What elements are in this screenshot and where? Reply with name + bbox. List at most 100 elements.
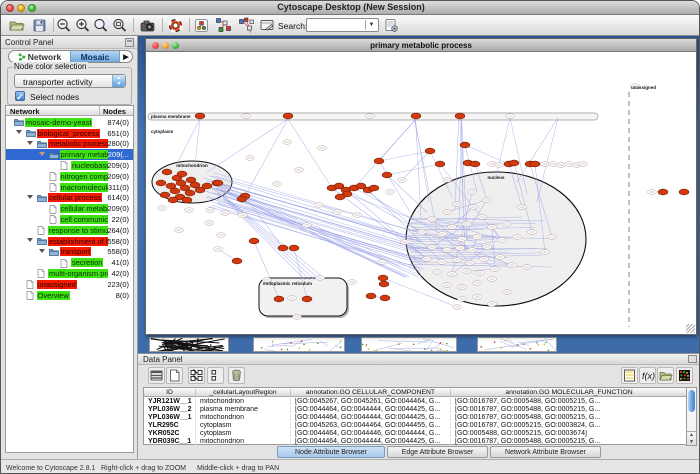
network-node-small[interactable]: [452, 258, 461, 263]
network-node-small[interactable]: [292, 315, 301, 320]
network-node-small[interactable]: [294, 168, 303, 173]
table-row[interactable]: YPL036W__2plasma membrane[GO:0044464, GO…: [144, 405, 686, 413]
network-node-small[interactable]: [302, 223, 311, 228]
network-node-small[interactable]: [352, 213, 361, 218]
expand-arrow-icon[interactable]: [27, 141, 33, 145]
network-node-small[interactable]: [332, 210, 341, 215]
delete-attribute-button[interactable]: [228, 367, 245, 384]
network-node-selected[interactable]: [213, 180, 223, 186]
network-node-small[interactable]: [465, 261, 474, 266]
expand-arrow-icon[interactable]: [16, 130, 22, 134]
network-node-small[interactable]: [452, 305, 461, 310]
network-node-small[interactable]: [472, 281, 481, 286]
network-node-selected[interactable]: [302, 296, 312, 302]
vizmapper-button[interactable]: [193, 17, 210, 34]
tree-row[interactable]: unassigned223(0): [6, 279, 133, 290]
network-node-selected[interactable]: [382, 172, 392, 178]
zoom-selected-button[interactable]: [92, 17, 109, 34]
tree-row[interactable]: response to stimulu264(0): [6, 225, 133, 236]
network-node-selected[interactable]: [177, 171, 187, 177]
tree-row[interactable]: nitrogen compo209(0): [6, 171, 133, 182]
network-node-small[interactable]: [245, 156, 254, 161]
network-node-small[interactable]: [437, 260, 446, 265]
zoom-in-button[interactable]: [74, 17, 91, 34]
network-node-small[interactable]: [282, 140, 291, 145]
tree-row[interactable]: metabolic process280(0): [6, 139, 133, 150]
network-node-selected[interactable]: [425, 148, 435, 154]
network-node-small[interactable]: [482, 198, 491, 203]
network-node-small[interactable]: [647, 190, 656, 195]
table-row[interactable]: YJR121W__1mitochondrion[GO:0045267, GO:0…: [144, 397, 686, 405]
network-node-small[interactable]: [457, 297, 466, 302]
network-node-selected[interactable]: [202, 183, 212, 189]
network-manage-icon-1[interactable]: [215, 17, 232, 34]
network-node-small[interactable]: [442, 283, 451, 288]
network-node-small[interactable]: [556, 163, 565, 168]
background-window-fragment[interactable]: [253, 337, 345, 352]
network-edge[interactable]: [223, 196, 315, 280]
zoom-out-button[interactable]: [55, 17, 72, 34]
network-node-small[interactable]: [365, 114, 374, 119]
column-mode-button[interactable]: [207, 367, 224, 384]
table-column-header[interactable]: annotation.GO MOLECULAR_FUNCTION: [451, 389, 688, 396]
network-node-small[interactable]: [174, 228, 183, 233]
network-node-small[interactable]: [455, 246, 464, 251]
network-node-selected[interactable]: [378, 275, 388, 281]
network-node-small[interactable]: [238, 213, 247, 218]
tab-overflow-arrow[interactable]: ▶: [120, 51, 132, 62]
network-node-small[interactable]: [467, 190, 476, 195]
network-node-small[interactable]: [494, 163, 503, 168]
select-attributes-button[interactable]: [188, 367, 205, 384]
network-node-selected[interactable]: [379, 281, 389, 287]
network-node-small[interactable]: [467, 248, 476, 253]
matrix-view-button[interactable]: [676, 367, 693, 384]
network-node-small[interactable]: [241, 114, 250, 119]
network-node-selected[interactable]: [162, 169, 172, 175]
network-node-small[interactable]: [502, 222, 511, 227]
network-node-small[interactable]: [507, 263, 516, 268]
network-edge[interactable]: [288, 119, 332, 188]
network-node-small[interactable]: [427, 245, 436, 250]
network-node-small[interactable]: [220, 211, 229, 216]
snapshot-button[interactable]: [139, 17, 156, 34]
network-node-selected[interactable]: [160, 192, 170, 198]
network-node-small[interactable]: [487, 277, 496, 282]
network-node-small[interactable]: [272, 182, 281, 187]
network-node-selected[interactable]: [435, 161, 445, 167]
network-edge[interactable]: [217, 192, 305, 280]
attribute-table-button[interactable]: [148, 367, 165, 384]
network-node-small[interactable]: [452, 202, 461, 207]
network-node-selected[interactable]: [168, 197, 178, 203]
network-node-selected[interactable]: [470, 161, 480, 167]
network-node-small[interactable]: [502, 290, 511, 295]
network-node-small[interactable]: [400, 240, 409, 245]
network-node-small[interactable]: [477, 215, 486, 220]
network-node-small[interactable]: [564, 162, 573, 167]
tree-row[interactable]: multi-organism pro42(0): [6, 268, 133, 279]
float-panel-icon[interactable]: [125, 38, 134, 47]
select-nodes-checkbox[interactable]: ✓: [15, 91, 25, 101]
network-manage-icon-2[interactable]: [238, 17, 255, 34]
network-node-small[interactable]: [397, 178, 406, 183]
network-node-selected[interactable]: [460, 142, 470, 148]
open-session-button[interactable]: [8, 17, 25, 34]
network-node-selected[interactable]: [170, 188, 180, 194]
tree-row[interactable]: mosaic-demo-yeast874(0): [6, 117, 133, 128]
expand-arrow-icon[interactable]: [39, 249, 45, 253]
tree-row[interactable]: cell communicat22(0): [6, 214, 133, 225]
network-edge[interactable]: [195, 119, 200, 164]
expand-arrow-icon[interactable]: [27, 195, 33, 199]
tree-row[interactable]: primary metabol209(...: [6, 149, 133, 160]
network-node-small[interactable]: [490, 267, 499, 272]
network-node-selected[interactable]: [232, 258, 242, 264]
network-node-small[interactable]: [522, 265, 531, 270]
annotation-button[interactable]: [259, 17, 276, 34]
network-node-selected[interactable]: [335, 194, 345, 200]
table-column-header[interactable]: _cellularLayoutRegion: [196, 389, 291, 396]
tree-row[interactable]: establishment of lo558(0): [6, 236, 133, 247]
import-attributes-button[interactable]: [657, 367, 674, 384]
network-node-selected[interactable]: [369, 185, 379, 191]
table-column-header[interactable]: annotation.GO CELLULAR_COMPONENT: [291, 389, 451, 396]
network-edge[interactable]: [217, 202, 427, 263]
tree-row[interactable]: secretion41(0): [6, 257, 133, 268]
